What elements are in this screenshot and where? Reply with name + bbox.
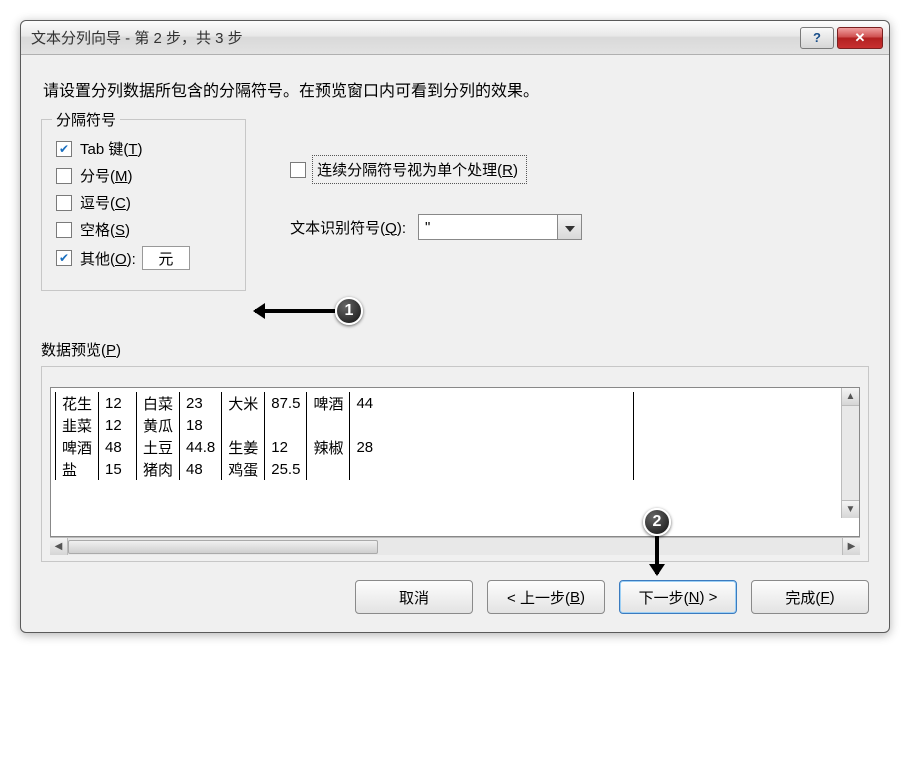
preview-section: 数据预览(P) 花生12白菜23大米87.5啤酒44韭菜12黄瓜18啤酒48土豆… [41, 339, 869, 562]
table-cell: 大米 [222, 392, 265, 414]
next-button[interactable]: 下一步(N) > [619, 580, 737, 614]
table-cell: 生姜 [222, 436, 265, 458]
table-cell: 花生 [56, 392, 99, 414]
dialog-body: 请设置分列数据所包含的分隔符号。在预览窗口内可看到分列的效果。 分隔符号 Tab… [21, 55, 889, 632]
table-cell: 44.8 [180, 436, 222, 458]
delim-space-row: 空格(S) [56, 219, 233, 240]
preview-box: 花生12白菜23大米87.5啤酒44韭菜12黄瓜18啤酒48土豆44.8生姜12… [50, 387, 860, 537]
table-cell: 盐 [56, 458, 99, 480]
comma-label: 逗号(C) [80, 192, 131, 213]
scroll-left-button[interactable]: ◀ [50, 538, 68, 555]
delim-other-row: 其他(O): [56, 246, 233, 270]
table-cell [222, 414, 265, 436]
vertical-scrollbar[interactable]: ▲ ▼ [841, 388, 859, 518]
table-cell: 土豆 [137, 436, 180, 458]
chevron-up-icon: ▲ [846, 392, 856, 402]
table-row: 啤酒48土豆44.8生姜12辣椒28 [56, 436, 634, 458]
table-cell [265, 414, 307, 436]
preview-frame: 花生12白菜23大米87.5啤酒44韭菜12黄瓜18啤酒48土豆44.8生姜12… [41, 366, 869, 562]
finish-button[interactable]: 完成(F) [751, 580, 869, 614]
table-cell: 啤酒 [56, 436, 99, 458]
semicolon-label: 分号(M) [80, 165, 133, 186]
preview-legend: 数据预览(P) [41, 339, 869, 360]
help-button[interactable]: ? [800, 27, 834, 49]
delimiters-legend: 分隔符号 [52, 109, 120, 130]
scroll-up-button[interactable]: ▲ [842, 388, 859, 406]
table-cell: 48 [180, 458, 222, 480]
table-cell: 18 [180, 414, 222, 436]
titlebar-buttons: ? ✕ [800, 27, 883, 49]
table-cell: 28 [350, 436, 634, 458]
qualifier-label: 文本识别符号(Q): [290, 217, 406, 238]
callout-1-bubble: 1 [335, 297, 363, 325]
table-cell: 12 [265, 436, 307, 458]
other-delimiter-input[interactable] [142, 246, 190, 270]
wizard-window: 文本分列向导 - 第 2 步，共 3 步 ? ✕ 请设置分列数据所包含的分隔符号… [20, 20, 890, 633]
table-cell: 猪肉 [137, 458, 180, 480]
consecutive-label-box: 连续分隔符号视为单个处理(R) [312, 155, 527, 184]
table-cell: 啤酒 [307, 392, 350, 414]
other-label: 其他(O): [80, 248, 136, 269]
chevron-down-icon [565, 219, 575, 236]
table-row: 韭菜12黄瓜18 [56, 414, 634, 436]
preview-grid: 花生12白菜23大米87.5啤酒44韭菜12黄瓜18啤酒48土豆44.8生姜12… [55, 392, 634, 480]
delim-comma-row: 逗号(C) [56, 192, 233, 213]
qualifier-combo [418, 214, 582, 240]
table-cell [350, 458, 634, 480]
table-cell: 44 [350, 392, 634, 414]
scroll-thumb[interactable] [68, 540, 378, 554]
cancel-button[interactable]: 取消 [355, 580, 473, 614]
back-button[interactable]: < 上一步(B) [487, 580, 605, 614]
scroll-right-button[interactable]: ▶ [842, 538, 860, 555]
qualifier-input[interactable] [418, 214, 558, 240]
table-cell [307, 458, 350, 480]
button-row: 取消 < 上一步(B) 下一步(N) > 完成(F) 2 [41, 580, 869, 614]
callout-2-bubble: 2 [643, 508, 671, 536]
preview-grid-wrap: 花生12白菜23大米87.5啤酒44韭菜12黄瓜18啤酒48土豆44.8生姜12… [51, 388, 859, 480]
table-cell: 辣椒 [307, 436, 350, 458]
delim-tab-row: Tab 键(T) [56, 138, 233, 159]
tab-checkbox[interactable] [56, 141, 72, 157]
consecutive-label: 连续分隔符号视为单个处理(R) [317, 159, 518, 180]
table-row: 盐15猪肉48鸡蛋25.5 [56, 458, 634, 480]
consecutive-row: 连续分隔符号视为单个处理(R) [290, 155, 582, 184]
table-row: 花生12白菜23大米87.5啤酒44 [56, 392, 634, 414]
space-label: 空格(S) [80, 219, 130, 240]
table-cell: 韭菜 [56, 414, 99, 436]
table-cell: 白菜 [137, 392, 180, 414]
callout-2-arrow [655, 536, 659, 574]
close-button[interactable]: ✕ [837, 27, 883, 49]
table-cell: 87.5 [265, 392, 307, 414]
table-cell [350, 414, 634, 436]
delimiters-group: 分隔符号 Tab 键(T) 分号(M) 逗号(C) 空格(S) [41, 119, 246, 291]
consecutive-checkbox[interactable] [290, 162, 306, 178]
delimiter-options: 连续分隔符号视为单个处理(R) 文本识别符号(Q): [290, 155, 582, 240]
chevron-left-icon: ◀ [55, 542, 63, 552]
chevron-right-icon: ▶ [848, 542, 856, 552]
tab-label: Tab 键(T) [80, 138, 143, 159]
scroll-down-button[interactable]: ▼ [842, 500, 859, 518]
instruction-text: 请设置分列数据所包含的分隔符号。在预览窗口内可看到分列的效果。 [43, 77, 869, 101]
table-cell [307, 414, 350, 436]
qualifier-dropdown-button[interactable] [558, 214, 582, 240]
delim-semicolon-row: 分号(M) [56, 165, 233, 186]
horizontal-scrollbar[interactable]: ◀ ▶ [50, 537, 860, 555]
titlebar: 文本分列向导 - 第 2 步，共 3 步 ? ✕ [21, 21, 889, 55]
chevron-down-icon: ▼ [846, 505, 856, 515]
semicolon-checkbox[interactable] [56, 168, 72, 184]
table-cell: 48 [99, 436, 137, 458]
space-checkbox[interactable] [56, 222, 72, 238]
table-cell: 15 [99, 458, 137, 480]
callout-1-arrow [255, 309, 335, 313]
table-cell: 黄瓜 [137, 414, 180, 436]
table-cell: 鸡蛋 [222, 458, 265, 480]
table-cell: 25.5 [265, 458, 307, 480]
table-cell: 12 [99, 392, 137, 414]
table-cell: 23 [180, 392, 222, 414]
window-title: 文本分列向导 - 第 2 步，共 3 步 [31, 27, 800, 48]
comma-checkbox[interactable] [56, 195, 72, 211]
qualifier-row: 文本识别符号(Q): [290, 214, 582, 240]
table-cell: 12 [99, 414, 137, 436]
other-checkbox[interactable] [56, 250, 72, 266]
